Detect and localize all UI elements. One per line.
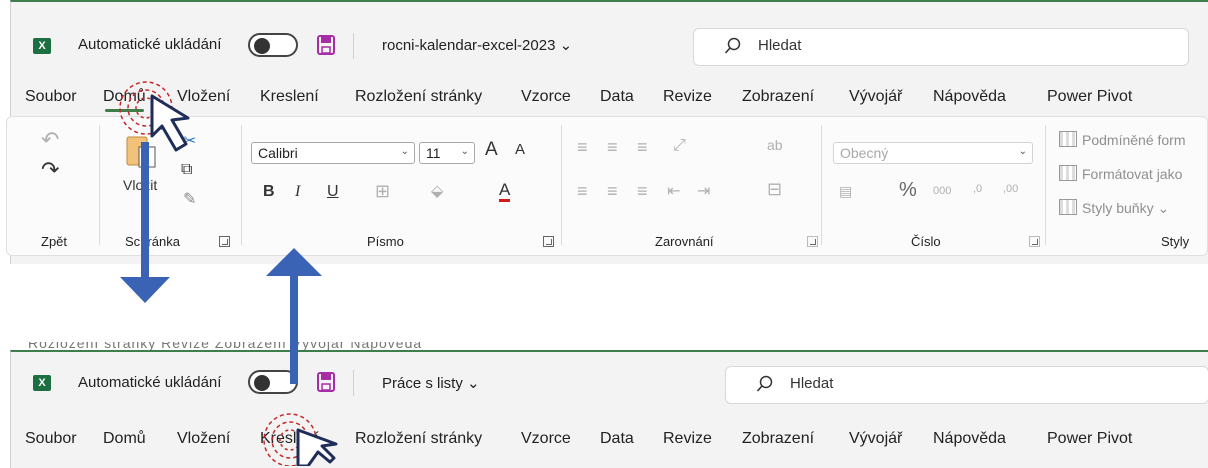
mouse-cursor-icon	[150, 94, 190, 152]
arrow-down-icon	[120, 142, 170, 303]
mouse-cursor-icon	[296, 428, 338, 466]
arrow-up-icon	[266, 248, 322, 384]
annotation-overlay	[119, 81, 338, 466]
